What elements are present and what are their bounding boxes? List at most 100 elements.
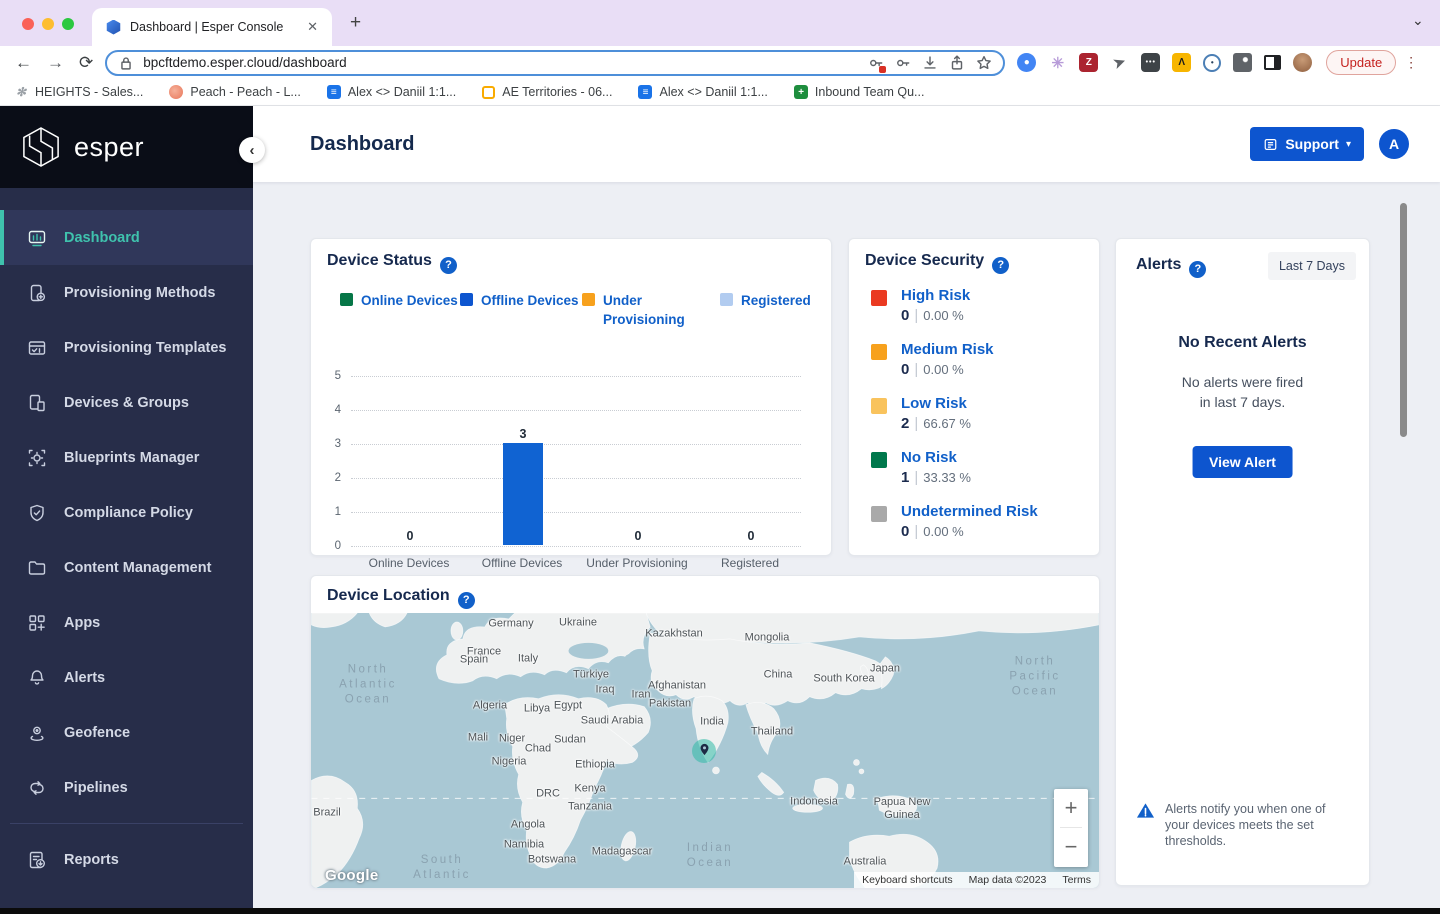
sidebar-item-reports[interactable]: Reports (0, 832, 253, 887)
sidebar-item-geofence[interactable]: Geofence (0, 705, 253, 760)
update-chrome-button[interactable]: Update (1326, 50, 1397, 75)
map-country-label: Australia (843, 855, 887, 868)
google-logo[interactable]: Google (325, 867, 378, 884)
security-row-high-risk: High Risk 0 | 0.00 % (871, 287, 1087, 324)
esper-favicon (106, 19, 121, 35)
alerts-range-selector[interactable]: Last 7 Days (1267, 252, 1356, 280)
risk-label[interactable]: Undetermined Risk (901, 503, 1087, 520)
bar-value-label: 0 (634, 529, 642, 543)
bookmark-item[interactable]: AE Territories - 06... (482, 85, 612, 99)
terms-link[interactable]: Terms (1062, 874, 1091, 886)
lock-icon[interactable] (117, 54, 135, 72)
sidebar-item-blueprints-manager[interactable]: Blueprints Manager (0, 430, 253, 485)
ext-send-icon[interactable]: ➤ (1108, 50, 1132, 74)
security-row-no-risk: No Risk 1 | 33.33 % (871, 449, 1087, 486)
help-icon[interactable]: ? (1189, 260, 1207, 278)
sidebar-item-compliance-policy[interactable]: Compliance Policy (0, 485, 253, 540)
bookmark-item[interactable]: ≡ Alex <> Daniil 1:1... (326, 85, 456, 99)
password-alert-icon[interactable] (867, 54, 887, 73)
close-window-icon[interactable] (22, 18, 34, 30)
address-bar[interactable]: bpcftdemo.esper.cloud/dashboard (105, 49, 1006, 76)
help-icon[interactable]: ? (992, 256, 1010, 274)
browser-menu-icon[interactable]: ⋮ (1404, 54, 1418, 71)
sidebar-item-dashboard[interactable]: Dashboard (0, 210, 253, 265)
ext-zoominfo-icon[interactable]: Z (1079, 53, 1099, 72)
maximize-window-icon[interactable] (62, 18, 74, 30)
ext-dots-icon[interactable]: ••• (1141, 53, 1161, 72)
map-country-label: Ukraine (559, 616, 597, 629)
sidebar-item-pipelines[interactable]: Pipelines (0, 760, 253, 815)
map-country-label: Angola (510, 818, 546, 831)
tab-close-icon[interactable]: ✕ (303, 17, 322, 37)
x-axis-label: Under Provisioning (586, 556, 688, 570)
window-bottom-edge (0, 908, 1440, 914)
risk-label[interactable]: Medium Risk (901, 341, 1087, 358)
risk-swatch (871, 398, 887, 414)
support-button[interactable]: Support ▾ (1250, 127, 1364, 161)
device-location-marker[interactable] (692, 739, 716, 763)
back-icon[interactable]: ← (15, 53, 32, 73)
device-security-card: Device Security? High Risk 0 | 0.00 % Mediu… (848, 238, 1100, 556)
bookmark-item[interactable]: Peach - Peach - L... (169, 85, 301, 99)
sidebar-item-apps[interactable]: Apps (0, 595, 253, 650)
map-country-label: Nigeria (491, 755, 527, 768)
sidebar-item-provisioning-templates[interactable]: Provisioning Templates (0, 320, 253, 375)
bookmark-star-icon[interactable] (975, 54, 993, 72)
ext-lambda-icon[interactable]: Λ (1172, 53, 1192, 72)
legend-swatch (582, 293, 595, 306)
device-location-card: Device Location? Germany Ukraine Kazakhs… (310, 575, 1100, 888)
sidebar-collapse-button[interactable]: ‹ (239, 137, 265, 163)
share-icon[interactable] (948, 54, 966, 72)
map-country-label: DRC (536, 787, 560, 800)
sidebar-item-provisioning-methods[interactable]: Provisioning Methods (0, 265, 253, 320)
forward-icon[interactable]: → (47, 53, 64, 73)
browser-tab[interactable]: Dashboard | Esper Console ✕ (92, 8, 332, 46)
download-icon[interactable] (921, 54, 939, 72)
legend-item[interactable]: Online Devices (340, 291, 471, 310)
ext-snowflake-icon[interactable]: ✳ (1048, 53, 1067, 72)
user-avatar[interactable]: A (1379, 129, 1409, 159)
minimize-window-icon[interactable] (42, 18, 54, 30)
profile-avatar[interactable] (1293, 53, 1313, 72)
window-controls[interactable] (22, 17, 82, 35)
ext-location-shield-icon[interactable]: ● (1017, 53, 1037, 72)
sidebar-item-alerts[interactable]: Alerts (0, 650, 253, 705)
legend-item[interactable]: Under Provisioning (582, 291, 685, 329)
card-title: Device Location (327, 587, 450, 604)
bar-chart-x-labels: Online Devices Offline Devices Under Pro… (310, 556, 832, 572)
legend-item[interactable]: Offline Devices (460, 291, 591, 310)
keyboard-shortcuts-link[interactable]: Keyboard shortcuts (862, 874, 952, 886)
zoom-in-button[interactable]: + (1054, 789, 1088, 827)
map-country-label: Niger (498, 732, 526, 745)
bookmark-item[interactable]: ≡ Alex <> Daniil 1:1... (638, 85, 768, 99)
google-slides-favicon (482, 85, 496, 99)
ext-side-panel-icon[interactable] (1264, 55, 1282, 70)
bar-offline-devices[interactable] (503, 443, 543, 545)
legend-item[interactable]: Registered (720, 291, 821, 310)
ext-puzzle-icon[interactable] (1233, 53, 1253, 72)
help-icon[interactable]: ? (457, 591, 475, 609)
bookmark-item[interactable]: ✻ HEIGHTS - Sales... (14, 85, 143, 99)
map-country-label: Libya (523, 702, 551, 715)
risk-label[interactable]: Low Risk (901, 395, 1087, 412)
x-axis-label: Offline Devices (481, 556, 563, 570)
view-alert-button[interactable]: View Alert (1192, 446, 1293, 478)
url-text[interactable]: bpcftdemo.esper.cloud/dashboard (143, 55, 858, 70)
reload-icon[interactable]: ⟳ (79, 53, 93, 73)
risk-label[interactable]: No Risk (901, 449, 1087, 466)
security-row-undetermined-risk: Undetermined Risk 0 | 0.00 % (871, 503, 1087, 540)
new-tab-icon[interactable]: + (350, 12, 361, 34)
zoom-out-button[interactable]: − (1054, 828, 1088, 866)
sidebar-item-content-management[interactable]: Content Management (0, 540, 253, 595)
key-icon[interactable] (894, 54, 912, 72)
tab-search-chevron-icon[interactable]: ⌄ (1412, 12, 1424, 29)
scrollbar-thumb[interactable] (1400, 203, 1407, 437)
help-icon[interactable]: ? (439, 256, 457, 274)
ext-lock-circle-icon[interactable]: • (1203, 53, 1222, 72)
device-location-map[interactable]: Germany Ukraine Kazakhstan Mongolia France It… (311, 613, 1099, 888)
bookmark-item[interactable]: + Inbound Team Qu... (793, 85, 924, 99)
sidebar-item-devices-groups[interactable]: Devices & Groups (0, 375, 253, 430)
risk-label[interactable]: High Risk (901, 287, 1087, 304)
map-country-label: Papua New Guinea (873, 796, 931, 821)
peach-favicon (169, 85, 184, 99)
